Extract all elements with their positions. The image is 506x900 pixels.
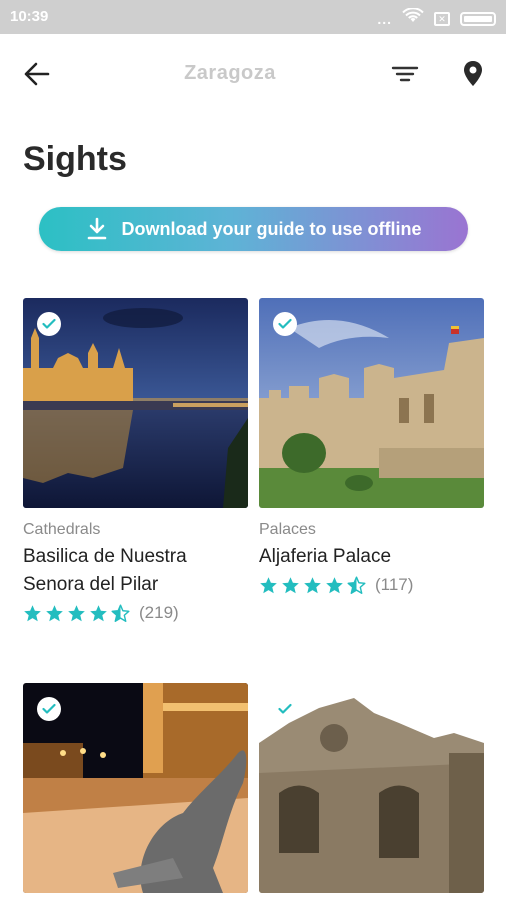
app-bar: Zaragoza bbox=[0, 34, 506, 114]
sight-category: Cathedrals bbox=[23, 521, 101, 538]
star-icon bbox=[90, 604, 107, 621]
sight-card[interactable] bbox=[259, 683, 484, 893]
sight-image[interactable] bbox=[23, 298, 248, 508]
check-icon bbox=[273, 697, 297, 721]
star-icon bbox=[68, 604, 85, 621]
check-icon bbox=[37, 697, 61, 721]
map-button[interactable] bbox=[458, 58, 488, 90]
review-count: (117) bbox=[375, 575, 414, 594]
star-rating: (219) bbox=[23, 603, 248, 623]
download-icon bbox=[87, 217, 106, 240]
sight-image[interactable] bbox=[259, 298, 484, 508]
notification-dots-icon: ... bbox=[377, 10, 392, 27]
sight-card[interactable]: Cathedrals Basilica de Nuestra Senora de… bbox=[23, 298, 248, 623]
sight-image[interactable] bbox=[23, 683, 248, 893]
star-half-icon bbox=[111, 603, 130, 622]
sight-card[interactable]: Palaces Aljaferia Palace (117) bbox=[259, 298, 484, 595]
star-icon bbox=[304, 576, 321, 593]
star-icon bbox=[282, 576, 299, 593]
star-icon bbox=[260, 576, 277, 593]
sight-card[interactable] bbox=[23, 683, 248, 893]
page-title: Sights bbox=[23, 140, 127, 178]
sight-image[interactable] bbox=[259, 683, 484, 893]
wifi-icon bbox=[402, 7, 424, 29]
star-icon bbox=[46, 604, 63, 621]
star-half-icon bbox=[347, 575, 366, 594]
check-icon bbox=[37, 312, 61, 336]
sight-name[interactable]: Basilica de Nuestra Senora del Pilar bbox=[23, 543, 248, 599]
star-icon bbox=[326, 576, 343, 593]
download-guide-label: Download your guide to use offline bbox=[121, 218, 422, 239]
star-icon bbox=[24, 604, 41, 621]
star-rating: (117) bbox=[259, 575, 484, 595]
status-time: 10:39 bbox=[10, 8, 49, 25]
battery-icon bbox=[460, 11, 496, 26]
status-bar: 10:39 ... ✕ bbox=[0, 0, 506, 34]
status-icons: ... ✕ bbox=[377, 7, 496, 29]
location-pin-icon bbox=[464, 61, 482, 86]
sight-name[interactable]: Aljaferia Palace bbox=[259, 543, 484, 571]
filter-icon bbox=[391, 66, 419, 82]
download-guide-button[interactable]: Download your guide to use offline bbox=[39, 207, 468, 251]
review-count: (219) bbox=[139, 603, 179, 622]
sight-category: Palaces bbox=[259, 521, 316, 538]
filter-button[interactable] bbox=[390, 60, 420, 88]
sim-icon: ✕ bbox=[434, 11, 450, 26]
check-icon bbox=[273, 312, 297, 336]
